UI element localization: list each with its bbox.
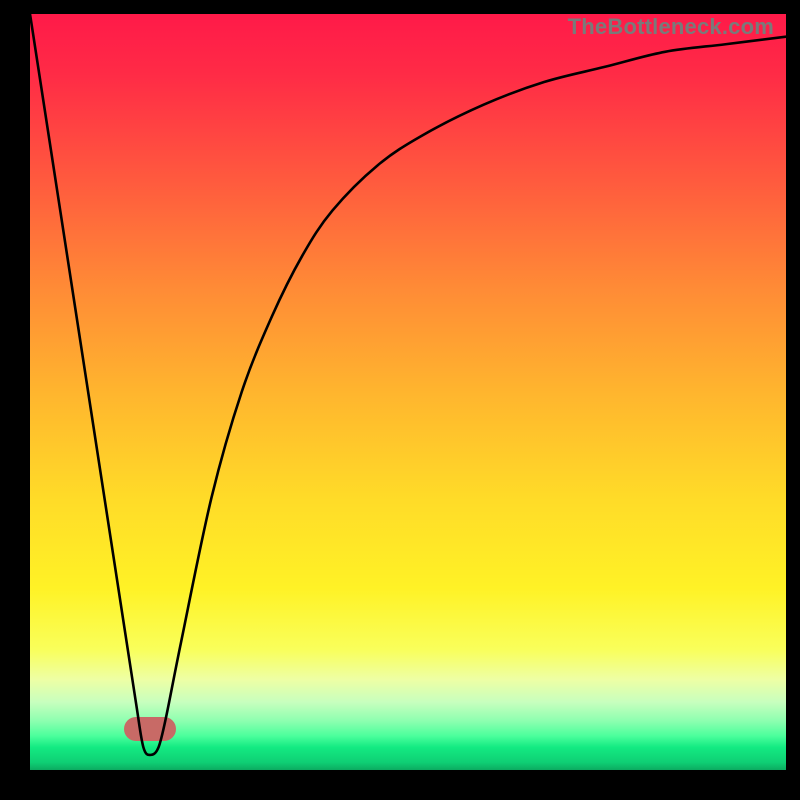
bottleneck-curve [30, 14, 786, 770]
curve-path [30, 14, 786, 755]
plot-area: TheBottleneck.com [30, 14, 786, 770]
chart-frame: TheBottleneck.com [0, 0, 800, 800]
